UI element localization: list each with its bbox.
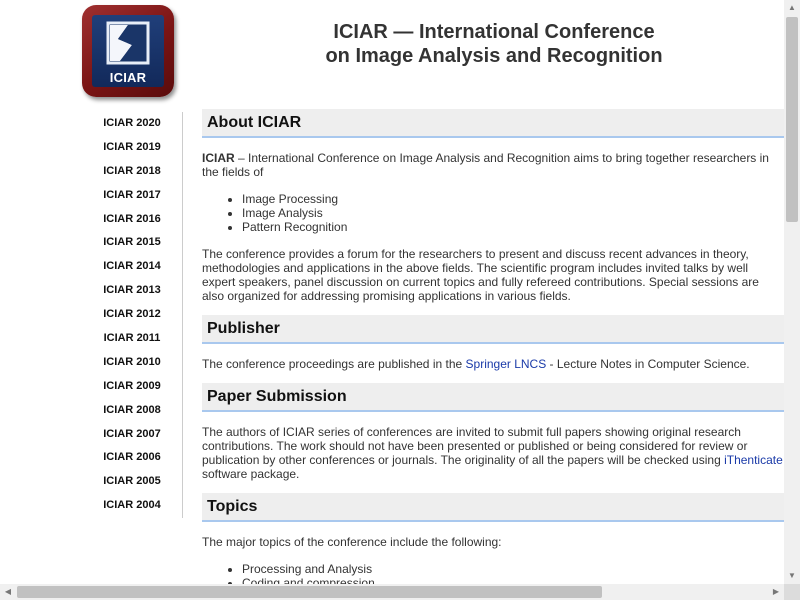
list-item: Processing and Analysis bbox=[242, 562, 784, 576]
sidebar-item-iciar-2004[interactable]: ICIAR 2004 bbox=[82, 494, 182, 518]
about-fields-list: Image Processing Image Analysis Pattern … bbox=[202, 192, 784, 234]
publisher-text-after: - Lecture Notes in Computer Science. bbox=[546, 357, 750, 371]
about-intro: ICIAR – International Conference on Imag… bbox=[202, 151, 784, 179]
about-intro-bold: ICIAR bbox=[202, 151, 235, 165]
submission-text-after: software package. bbox=[202, 467, 300, 481]
iciar-logo[interactable]: ICIAR bbox=[82, 5, 174, 97]
sidebar-item-iciar-2009[interactable]: ICIAR 2009 bbox=[82, 375, 182, 399]
scroll-right-arrow-icon[interactable]: ▶ bbox=[768, 584, 784, 600]
list-item: Image Processing bbox=[242, 192, 784, 206]
page-title: ICIAR — International Conference on Imag… bbox=[186, 20, 784, 68]
sidebar-item-iciar-2018[interactable]: ICIAR 2018 bbox=[82, 160, 182, 184]
sidebar-nav: ICIAR 2020 ICIAR 2019 ICIAR 2018 ICIAR 2… bbox=[82, 112, 183, 518]
page-title-line1: ICIAR — International Conference bbox=[333, 21, 655, 43]
section-heading-about: About ICIAR bbox=[202, 109, 784, 138]
page-title-line2: on Image Analysis and Recognition bbox=[325, 45, 663, 67]
section-heading-topics: Topics bbox=[202, 493, 784, 522]
logo-text: ICIAR bbox=[109, 70, 147, 85]
vertical-scroll-thumb[interactable] bbox=[786, 17, 798, 222]
horizontal-scrollbar[interactable]: ◀ ▶ bbox=[0, 584, 784, 600]
topics-list: Processing and Analysis Coding and compr… bbox=[202, 562, 784, 584]
main-content: About ICIAR ICIAR – International Confer… bbox=[202, 109, 784, 584]
section-heading-publisher: Publisher bbox=[202, 315, 784, 344]
list-item: Coding and compression bbox=[242, 576, 784, 584]
sidebar-item-iciar-2017[interactable]: ICIAR 2017 bbox=[82, 184, 182, 208]
sidebar-item-iciar-2008[interactable]: ICIAR 2008 bbox=[82, 399, 182, 423]
section-heading-paper-submission: Paper Submission bbox=[202, 383, 784, 412]
sidebar-item-iciar-2019[interactable]: ICIAR 2019 bbox=[82, 136, 182, 160]
sidebar-item-iciar-2007[interactable]: ICIAR 2007 bbox=[82, 423, 182, 447]
logo-panel: ICIAR bbox=[92, 15, 164, 87]
scrollbar-corner bbox=[784, 584, 800, 600]
sidebar-item-iciar-2010[interactable]: ICIAR 2010 bbox=[82, 351, 182, 375]
sidebar-item-iciar-2015[interactable]: ICIAR 2015 bbox=[82, 231, 182, 255]
page-viewport: ICIAR ICIAR — International Conference o… bbox=[0, 0, 784, 584]
sidebar-item-iciar-2005[interactable]: ICIAR 2005 bbox=[82, 470, 182, 494]
sidebar-item-iciar-2016[interactable]: ICIAR 2016 bbox=[82, 208, 182, 232]
publisher-text: The conference proceedings are published… bbox=[202, 357, 784, 371]
sidebar-item-iciar-2012[interactable]: ICIAR 2012 bbox=[82, 303, 182, 327]
sidebar-item-iciar-2014[interactable]: ICIAR 2014 bbox=[82, 255, 182, 279]
publisher-text-before: The conference proceedings are published… bbox=[202, 357, 466, 371]
sidebar-item-iciar-2006[interactable]: ICIAR 2006 bbox=[82, 446, 182, 470]
list-item: Image Analysis bbox=[242, 206, 784, 220]
submission-text: The authors of ICIAR series of conferenc… bbox=[202, 425, 784, 481]
horizontal-scroll-thumb[interactable] bbox=[17, 586, 602, 598]
scroll-up-arrow-icon[interactable]: ▲ bbox=[784, 0, 800, 16]
lightning-bolt-icon bbox=[106, 21, 150, 65]
sidebar-item-iciar-2013[interactable]: ICIAR 2013 bbox=[82, 279, 182, 303]
sidebar-item-iciar-2020[interactable]: ICIAR 2020 bbox=[82, 112, 182, 136]
vertical-scrollbar[interactable]: ▲ ▼ bbox=[784, 0, 800, 584]
topics-intro: The major topics of the conference inclu… bbox=[202, 535, 502, 549]
submission-text-before: The authors of ICIAR series of conferenc… bbox=[202, 425, 748, 467]
springer-lncs-link[interactable]: Springer LNCS bbox=[466, 357, 547, 371]
about-description: The conference provides a forum for the … bbox=[202, 247, 759, 303]
sidebar-item-iciar-2011[interactable]: ICIAR 2011 bbox=[82, 327, 182, 351]
scroll-left-arrow-icon[interactable]: ◀ bbox=[0, 584, 16, 600]
ithenticate-link[interactable]: iThenticate bbox=[724, 453, 783, 467]
scroll-down-arrow-icon[interactable]: ▼ bbox=[784, 568, 800, 584]
about-intro-text: – International Conference on Image Anal… bbox=[202, 151, 769, 179]
list-item: Pattern Recognition bbox=[242, 220, 784, 234]
